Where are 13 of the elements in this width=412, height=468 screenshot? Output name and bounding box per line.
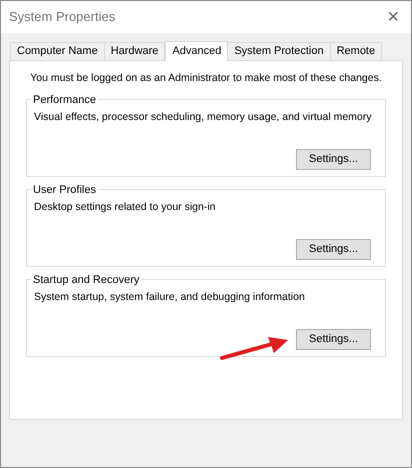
- tab[interactable]: Remote: [330, 42, 382, 60]
- group-description: Visual effects, processor scheduling, memory usage, and virtual memory: [34, 110, 373, 125]
- group-description: System startup, system failure, and debugging information: [34, 290, 306, 305]
- close-button[interactable]: ×: [387, 7, 399, 27]
- tab[interactable]: Hardware: [104, 42, 166, 60]
- tab[interactable]: Computer Name: [10, 42, 105, 60]
- tab[interactable]: Advanced: [165, 41, 228, 61]
- group-description: Desktop settings related to your sign-in: [34, 200, 217, 215]
- notice-text: You must be logged on as an Administrator to make most of these changes.: [30, 71, 382, 86]
- settings-button[interactable]: Settings...: [296, 148, 371, 170]
- window-title: System Properties: [9, 8, 116, 26]
- settings-button[interactable]: Settings...: [296, 238, 371, 260]
- settings-button[interactable]: Settings...: [296, 328, 371, 350]
